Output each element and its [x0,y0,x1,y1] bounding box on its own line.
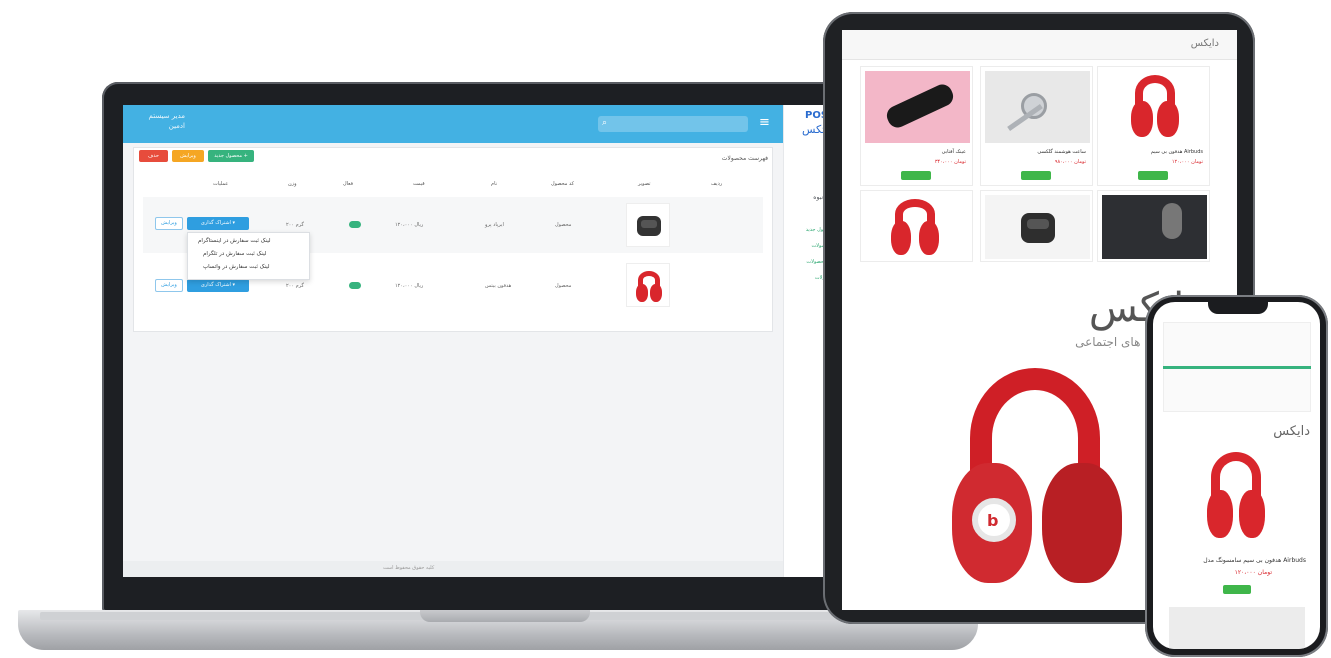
search-icon[interactable]: ⌕ [602,118,607,128]
col-row: ردیف [711,181,723,187]
product-image-watch [985,71,1090,143]
product-card[interactable] [1097,190,1210,262]
hero-headphones-image: b [942,368,1132,598]
hamburger-menu-icon[interactable]: ≡ [759,115,770,130]
row-weight: ۲۰۰ گرم [286,283,304,289]
share-button[interactable]: اشتراک گذاری ▾ [187,279,249,292]
phone-product-image [1199,452,1274,547]
phone-product-price: ۱۲۰،۰۰۰ تومان [1234,569,1272,576]
phone-notch [1208,302,1268,314]
product-image-sunglasses [865,71,970,143]
product-title: عینک آفتابی [941,149,966,155]
buy-button[interactable] [901,171,931,180]
row-weight: ۲۰۰ گرم [286,222,304,228]
edit-button[interactable]: ویرایش [172,150,204,162]
col-code: کد محصول [551,181,575,187]
row-name: ایرپاد پرو [485,222,504,228]
buy-button[interactable] [1138,171,1168,180]
product-image-earbuds [985,195,1090,259]
product-card[interactable]: ساعت هوشمند گلکسی ۹۸۰،۰۰۰ تومان [980,66,1093,186]
col-actions: عملیات [213,181,229,187]
dropdown-item-instagram[interactable]: لینک ثبت سفارش در اینستاگرام [198,238,775,244]
row-price: ۱۲۰،۰۰۰ ریال [395,283,424,289]
col-weight: وزن [288,181,297,187]
row-name: هدفون بیتس [485,283,512,289]
user-name: مدیر سیستم [148,112,185,120]
active-toggle[interactable] [349,282,361,289]
store-header [842,30,1237,60]
store-phone-screen: دایکس هدفون بی سیم سامسونگ مدل Airbuds ۱… [1153,302,1320,649]
product-image-headphones [865,195,970,259]
page-title: فهرست محصولات [721,155,768,162]
topbar-user[interactable]: مدیر سیستم ادمین [129,111,185,131]
product-card[interactable] [860,190,973,262]
dropdown-item-telegram[interactable]: لینک ثبت سفارش در تلگرام [203,251,775,257]
product-image-mic [1102,195,1207,259]
col-price: قیمت [413,181,425,187]
product-title: هدفون بی سیم Airbuds [1150,149,1203,155]
row-edit-button[interactable]: ویرایش [155,217,183,230]
store-logo[interactable]: دایکس [1191,38,1219,49]
user-role: ادمین [168,122,185,130]
row-edit-button[interactable]: ویرایش [155,279,183,292]
product-title: ساعت هوشمند گلکسی [1037,149,1086,155]
product-card[interactable] [980,190,1093,262]
product-image-headphones [1102,71,1207,143]
row-price: ۱۲۰،۰۰۰ ریال [395,222,424,228]
dropdown-item-whatsapp[interactable]: لینک ثبت سفارش در واتساپ [203,264,775,270]
product-card[interactable]: عینک آفتابی ۳۴۰،۰۰۰ تومان [860,66,973,186]
admin-footer [123,561,783,577]
share-button[interactable]: اشتراک گذاری ▾ [187,217,249,230]
search-input[interactable] [598,116,748,132]
laptop-notch [420,610,590,622]
phone-store-logo[interactable]: دایکس [1273,424,1310,439]
phone-preview-bar [1163,366,1311,369]
phone-next-product [1169,607,1305,649]
active-toggle[interactable] [349,221,361,228]
row-code: محصول [555,283,572,289]
col-image: تصویر [638,181,651,187]
product-price: ۳۴۰،۰۰۰ تومان [934,159,966,165]
col-name: نام [491,181,498,187]
delete-button[interactable]: حذف [139,150,168,162]
phone-product-title: هدفون بی سیم سامسونگ مدل Airbuds [1203,557,1306,564]
product-price: ۹۸۰،۰۰۰ تومان [1054,159,1086,165]
product-card[interactable]: هدفون بی سیم Airbuds ۱۲۰،۰۰۰ تومان [1097,66,1210,186]
add-product-button[interactable]: محصول جدید + [208,150,254,162]
buy-button[interactable] [1021,171,1051,180]
phone-buy-button[interactable] [1223,585,1251,594]
product-price: ۱۲۰،۰۰۰ تومان [1171,159,1203,165]
footer-text: کلیه حقوق محفوظ است [383,565,435,571]
row-code: محصول [555,222,572,228]
admin-screen: مدیر سیستم ادمین ⌕ ≡ فهرست محصولات محصول… [123,105,783,577]
col-active: فعال [343,181,353,187]
